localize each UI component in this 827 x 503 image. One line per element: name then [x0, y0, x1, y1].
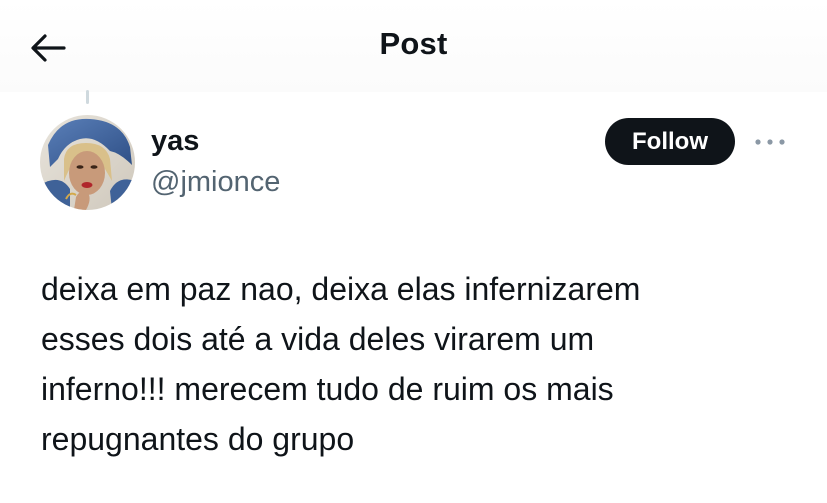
post-page: Post yas @jmionce Follow deixa em paz na…: [0, 0, 827, 503]
page-title: Post: [379, 26, 448, 61]
author-handle[interactable]: @jmionce: [151, 166, 280, 199]
follow-button[interactable]: Follow: [605, 118, 735, 165]
avatar[interactable]: [40, 115, 135, 210]
author-display-name[interactable]: yas: [151, 125, 199, 158]
thread-connector-line: [86, 90, 89, 104]
post-text: deixa em paz nao, deixa elas infernizare…: [41, 271, 641, 457]
ellipsis-icon: [755, 139, 785, 145]
more-options-button[interactable]: [750, 128, 790, 156]
profile-photo-icon: [40, 115, 135, 210]
top-bar: Post: [0, 0, 827, 92]
